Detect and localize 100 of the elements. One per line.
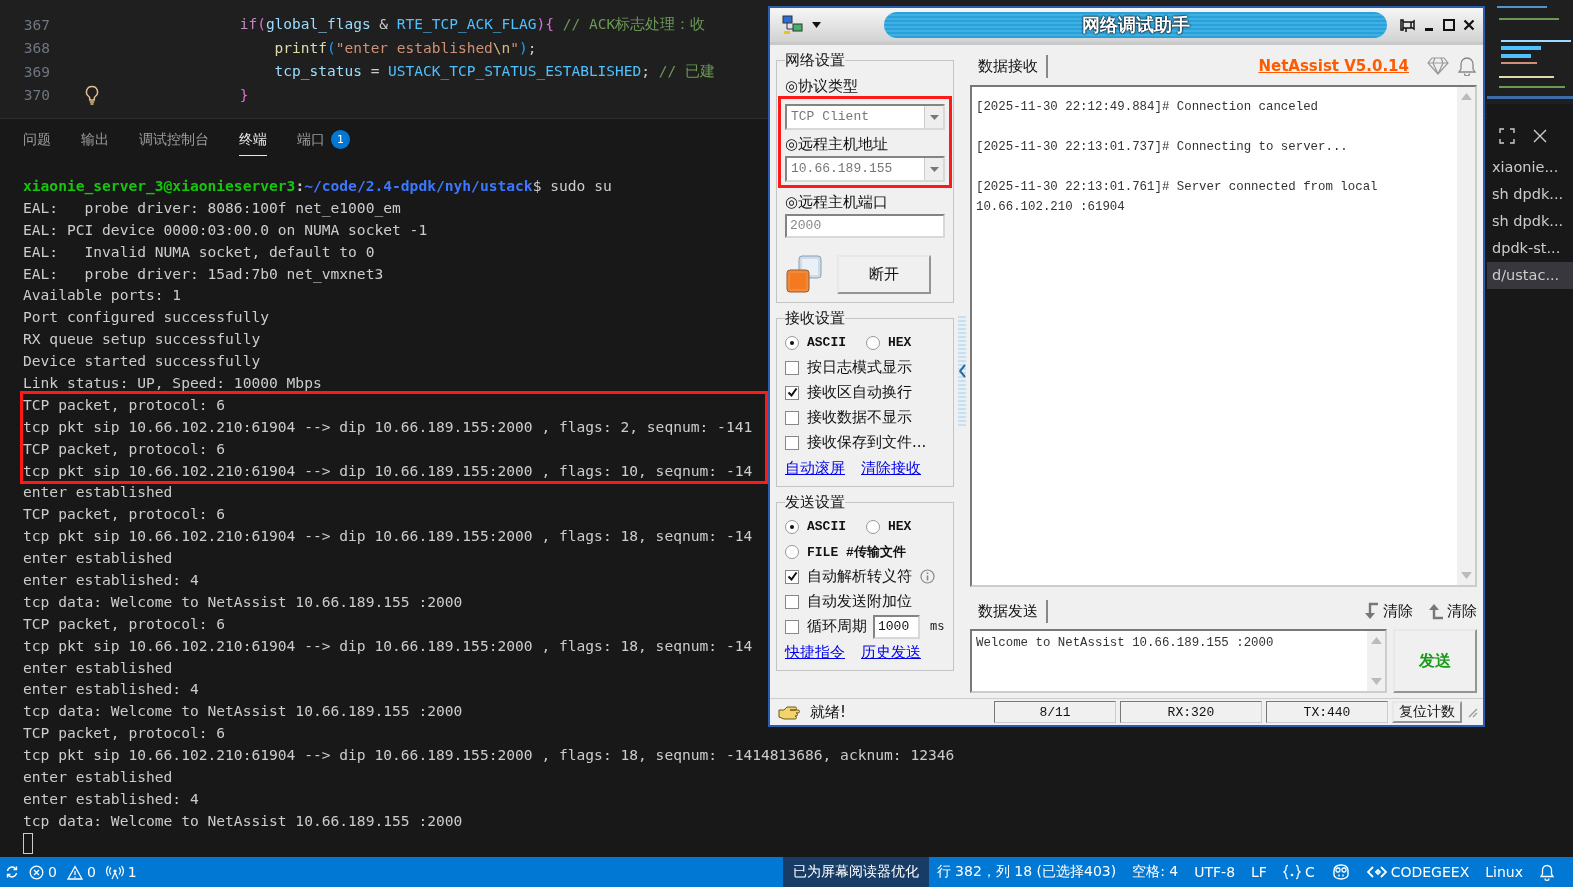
terminal-line: tcp data: Welcome to NetAssist 10.66.189.155 :2000 (23, 591, 463, 612)
checkbox[interactable]: 循环周期 (785, 617, 867, 636)
terminal-line: tcp data: Welcome to NetAssist 10.66.189.155 :2000 (23, 810, 463, 831)
disconnect-button[interactable]: 断开 (837, 254, 931, 294)
link[interactable]: 自动滚屏 (785, 459, 845, 478)
terminal-line: TCP packet, protocol: 6 (23, 613, 226, 634)
panel-tab[interactable]: 调试控制台 (139, 124, 209, 156)
terminal-line: enter established (23, 657, 173, 678)
resize-grip-icon (1466, 706, 1478, 718)
input-field[interactable]: 2000 (785, 214, 945, 238)
line-number: 368 (22, 40, 50, 57)
terminal-line: tcp pkt sip 10.66.102.210:61904 --> dip 10.66.189.155:2000 , flags: 18, seqnum: -14 (23, 635, 753, 656)
status-item[interactable]: LF (1243, 857, 1275, 887)
field-label: ◎远程主机地址 (785, 134, 890, 154)
chevron-left-icon (958, 364, 966, 378)
radio-button[interactable]: HEX (866, 335, 912, 350)
terminal-line: EAL: Invalid NUMA socket, default to 0 (23, 241, 375, 262)
bell-icon (1457, 56, 1477, 76)
scrollbar[interactable] (1367, 631, 1385, 691)
status-item[interactable]: CODEGEEX (1358, 857, 1478, 887)
status-item[interactable]: 1 (100, 857, 142, 887)
checkbox[interactable]: 接收保存到文件... (785, 433, 927, 452)
terminal-list-item[interactable]: d/ustac... (1487, 262, 1573, 289)
panel-tab[interactable]: 问题 (23, 124, 51, 156)
checkbox[interactable]: 接收数据不显示 (785, 408, 912, 427)
terminal-line: EAL: PCI device 0000:03:00.0 on NUMA socket -1 (23, 219, 428, 240)
panel-tab[interactable]: 终端 (239, 124, 267, 156)
dropdown[interactable]: TCP Client (785, 104, 945, 130)
terminal-line: tcp data: Welcome to NetAssist 10.66.189.155 :2000 (23, 701, 463, 722)
link[interactable]: 历史发送 (861, 643, 921, 662)
dropdown[interactable]: 10.66.189.155 (785, 156, 945, 182)
terminal-line: tcp pkt sip 10.66.102.210:61904 --> dip 10.66.189.155:2000 , flags: 18, seqnum: -14 (23, 526, 753, 547)
scroll-down-icon (1370, 678, 1382, 685)
group-title: 网络设置 (785, 51, 845, 70)
clear-button[interactable]: 清除 (1363, 601, 1413, 621)
log-entry: [2025-11-30 22:13:01.761]# Server connected from local 10.66.102.210 :61904 (976, 179, 1379, 216)
maximize-icon (1499, 128, 1515, 144)
pointing-hand-icon (778, 704, 800, 720)
window-title: 网络调试助手 (1081, 13, 1190, 37)
clear-button[interactable]: 清除 (1427, 601, 1477, 621)
close-button[interactable] (1463, 19, 1475, 31)
status-item[interactable]: 0 (61, 857, 101, 887)
terminal-line: TCP packet, protocol: 6 (23, 438, 226, 459)
terminal-line: TCP packet, protocol: 6 (23, 723, 226, 744)
panel-tab[interactable]: 端口 1 (297, 124, 350, 156)
terminal-list-item[interactable]: sh dpdk... (1487, 208, 1573, 235)
message-text: Welcome to NetAssist 10.66.189.155 :2000 (975, 635, 1275, 652)
warning-icon (66, 864, 83, 880)
radio-button[interactable]: ASCII (785, 519, 846, 534)
antenna-icon (105, 864, 124, 880)
caret-down-icon (929, 114, 939, 120)
scrollbar[interactable] (1457, 87, 1475, 585)
link[interactable]: 快捷指令 (785, 643, 845, 662)
scroll-down-icon (1460, 572, 1472, 579)
panel-tab[interactable]: 输出 (81, 124, 109, 156)
status-item[interactable]: 0 (24, 857, 62, 887)
radio-button[interactable]: FILE #传输文件 (785, 542, 906, 561)
terminal-line: xiaonie_server_3@xiaonieserver3:~/code/2.4-dpdk/nyh/ustack$ sudo su (23, 176, 612, 197)
status-item[interactable]: 已为屏幕阅读器优化 (782, 857, 929, 887)
message-field[interactable]: Welcome to NetAssist 10.66.189.155 :2000 (970, 629, 1387, 693)
radio-button[interactable]: HEX (866, 519, 912, 534)
status-field: RX:320 (1120, 701, 1262, 723)
arrow-down-icon (1363, 602, 1379, 620)
terminal-line: EAL: probe driver: 8086:100f net_e1000_em (23, 197, 401, 219)
terminal-list-item[interactable]: sh dpdk... (1487, 181, 1573, 208)
terminal-line: enter established: 4 (23, 788, 199, 809)
maximize-button[interactable] (1443, 19, 1455, 31)
close-icon (1463, 19, 1475, 31)
code-icon (1366, 865, 1387, 879)
status-item[interactable]: C (1274, 857, 1323, 887)
status-item[interactable]: 行 382，列 18 (已选择403) (928, 857, 1125, 887)
network-computers-icon (782, 15, 804, 35)
checkbox[interactable]: 按日志模式显示 (785, 358, 912, 377)
code-line: printf("enter established\n"); (273, 40, 537, 57)
radio-button[interactable]: ASCII (785, 335, 846, 350)
field-label: ◎协议类型 (785, 76, 860, 96)
code-line: if(global_flags & RTE_TCP_ACK_FLAG){ // ACK标志处理：收 (238, 15, 706, 35)
terminal-line: Link status: UP, Speed: 10000 Mbps (23, 373, 322, 393)
group-title: 接收设置 (785, 309, 845, 328)
terminal-list-item[interactable]: xiaonie... (1487, 154, 1573, 181)
terminal-line: enter established: 4 (23, 679, 199, 700)
code-line: tcp_status = USTACK_TCP_STATUS_ESTABLISHED; // 已建 (273, 62, 715, 82)
status-item[interactable]: UTF-8 (1186, 857, 1244, 887)
terminal-line: enter established: 4 (23, 570, 199, 591)
terminal-list-item[interactable]: dpdk-st... (1487, 235, 1573, 262)
terminal-line: enter established (23, 548, 173, 569)
link[interactable]: 清除接收 (861, 459, 921, 478)
checkbox[interactable]: 接收区自动换行 (785, 383, 912, 402)
status-item[interactable]: Linux (1477, 857, 1531, 887)
splitter-bar[interactable] (958, 316, 966, 426)
status-item[interactable]: 空格: 4 (1124, 857, 1187, 887)
braces-icon (1282, 864, 1301, 880)
connection-status-icon (785, 254, 823, 294)
input-field[interactable]: 1000 (873, 614, 920, 639)
checkbox[interactable]: 自动发送附加位 (785, 592, 912, 611)
scroll-up-icon (1370, 637, 1382, 644)
status-field: TX:440 (1266, 701, 1388, 723)
checkbox[interactable]: 自动解析转义符 (785, 567, 912, 586)
terminal-line: tcp pkt sip 10.66.102.210:61904 --> dip 10.66.189.155:2000 , flags: 18, seqnum: -1414813686, acknum: 12346 (23, 745, 955, 766)
reset-count-button[interactable]: 复位计数 (1392, 701, 1462, 723)
